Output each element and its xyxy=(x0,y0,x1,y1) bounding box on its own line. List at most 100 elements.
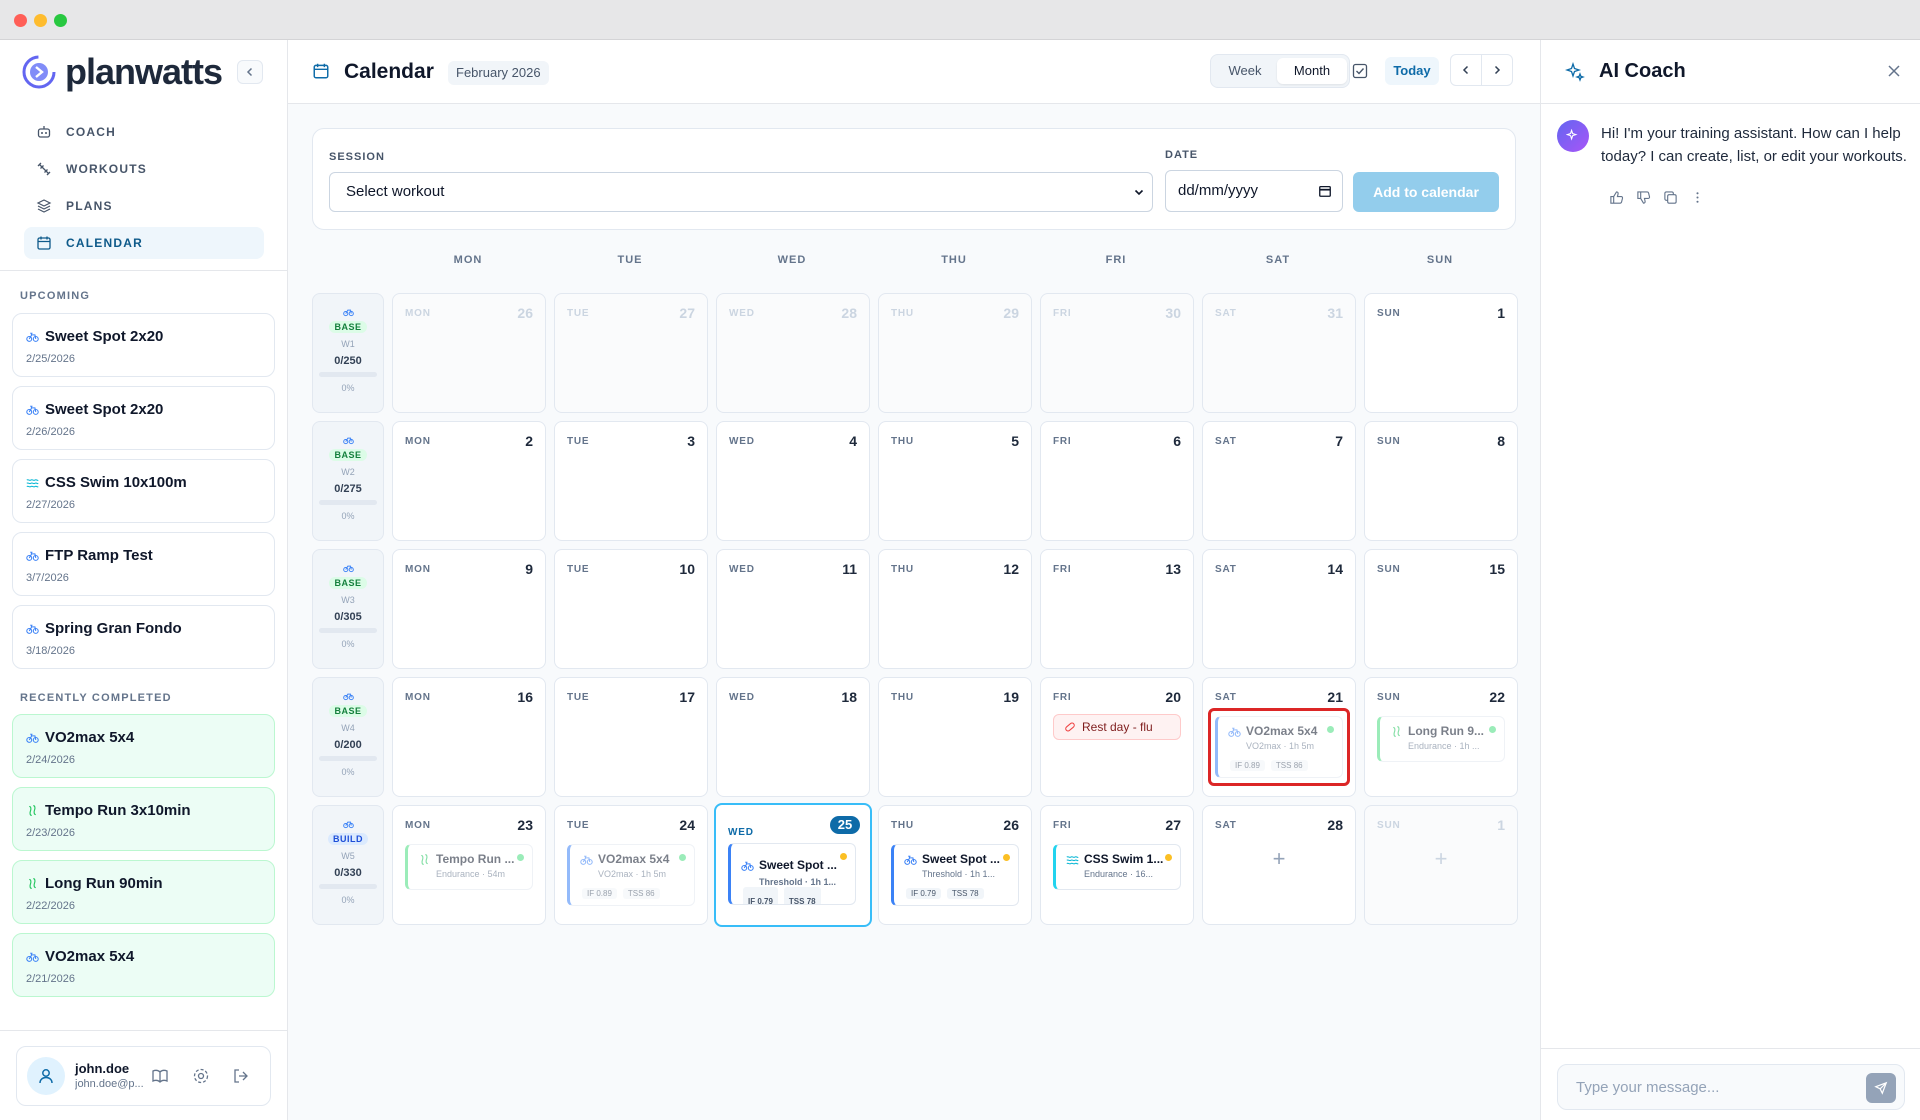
day-cell[interactable]: TUE 17 xyxy=(554,677,708,797)
day-number: 30 xyxy=(1165,305,1181,321)
day-cell[interactable]: MON 23 Tempo Run ... Endurance · 54m xyxy=(392,805,546,925)
week-summary[interactable]: BASE W3 0/305 0% xyxy=(312,549,384,669)
more-options-button[interactable] xyxy=(1690,190,1705,205)
completed-workout-card[interactable]: Long Run 90min 2/22/2026 xyxy=(12,860,275,924)
minimize-window-button[interactable] xyxy=(34,14,47,27)
close-window-button[interactable] xyxy=(14,14,27,27)
day-cell[interactable]: SUN 15 xyxy=(1364,549,1518,669)
day-cell[interactable]: FRI 6 xyxy=(1040,421,1194,541)
week-summary[interactable]: BASE W2 0/275 0% xyxy=(312,421,384,541)
weekday-header: SUN xyxy=(1426,254,1454,266)
day-cell[interactable]: FRI 13 xyxy=(1040,549,1194,669)
day-cell-today[interactable]: WED 25 Sweet Spot ... Threshold · 1h 1... IF… xyxy=(714,803,872,927)
day-cell[interactable]: THU 12 xyxy=(878,549,1032,669)
maximize-window-button[interactable] xyxy=(54,14,67,27)
logout-button[interactable] xyxy=(232,1067,250,1085)
workout-select[interactable]: Select workout xyxy=(329,172,1153,212)
previous-month-button[interactable] xyxy=(1450,54,1482,86)
day-cell[interactable]: THU 5 xyxy=(878,421,1032,541)
settings-button[interactable] xyxy=(192,1067,210,1085)
day-cell[interactable]: MON 16 xyxy=(392,677,546,797)
day-cell[interactable]: MON 26 xyxy=(392,293,546,413)
close-coach-button[interactable] xyxy=(1887,64,1901,78)
nav-item-coach[interactable]: COACH xyxy=(24,116,264,148)
completed-workout-card[interactable]: VO2max 5x4 2/21/2026 xyxy=(12,933,275,997)
message-input[interactable]: Type your message... xyxy=(1557,1064,1905,1110)
workout-date: 2/27/2026 xyxy=(26,499,75,511)
collapse-sidebar-button[interactable] xyxy=(237,60,263,84)
day-cell[interactable]: SUN 1 + xyxy=(1364,805,1518,925)
day-cell[interactable]: THU 26 Sweet Spot ... Threshold · 1h 1... IF… xyxy=(878,805,1032,925)
docs-button[interactable] xyxy=(151,1067,169,1085)
day-cell[interactable]: WED 28 xyxy=(716,293,870,413)
nav-item-plans[interactable]: PLANS xyxy=(24,190,264,222)
bike-icon xyxy=(342,565,354,573)
day-number: 27 xyxy=(679,305,695,321)
thumbs-down-button[interactable] xyxy=(1636,190,1651,205)
day-cell[interactable]: TUE 27 xyxy=(554,293,708,413)
workout-event[interactable]: Sweet Spot ... Threshold · 1h 1... IF 0.79… xyxy=(891,844,1019,906)
upcoming-workout-card[interactable]: Spring Gran Fondo 3/18/2026 xyxy=(12,605,275,669)
completed-workout-card[interactable]: Tempo Run 3x10min 2/23/2026 xyxy=(12,787,275,851)
status-dot xyxy=(1165,854,1172,861)
day-cell[interactable]: SAT 7 xyxy=(1202,421,1356,541)
day-number: 6 xyxy=(1173,433,1181,449)
day-cell[interactable]: MON 9 xyxy=(392,549,546,669)
day-cell[interactable]: THU 19 xyxy=(878,677,1032,797)
upcoming-workout-card[interactable]: CSS Swim 10x100m 2/27/2026 xyxy=(12,459,275,523)
copy-button[interactable] xyxy=(1663,190,1678,205)
day-cell[interactable]: FRI 30 xyxy=(1040,293,1194,413)
day-weekday: TUE xyxy=(567,436,590,447)
workout-event[interactable]: Long Run 9... Endurance · 1h ... xyxy=(1377,716,1505,762)
upcoming-workout-card[interactable]: Sweet Spot 2x20 2/25/2026 xyxy=(12,313,275,377)
today-button[interactable]: Today xyxy=(1385,57,1439,85)
add-workout-button[interactable]: + xyxy=(1365,846,1517,872)
week-summary[interactable]: BASE W1 0/250 0% xyxy=(312,293,384,413)
nav-item-calendar[interactable]: CALENDAR xyxy=(24,227,264,259)
add-workout-button[interactable]: + xyxy=(1203,846,1355,872)
week-summary[interactable]: BUILD W5 0/330 0% xyxy=(312,805,384,925)
add-to-calendar-button[interactable]: Add to calendar xyxy=(1353,172,1499,212)
next-month-button[interactable] xyxy=(1481,54,1513,86)
upcoming-workout-card[interactable]: Sweet Spot 2x20 2/26/2026 xyxy=(12,386,275,450)
completed-workout-card[interactable]: VO2max 5x4 2/24/2026 xyxy=(12,714,275,778)
workout-event[interactable]: Tempo Run ... Endurance · 54m xyxy=(405,844,533,890)
thumbs-up-button[interactable] xyxy=(1609,190,1624,205)
day-number: 13 xyxy=(1165,561,1181,577)
day-cell[interactable]: SAT 28 + xyxy=(1202,805,1356,925)
day-cell[interactable]: SAT 14 xyxy=(1202,549,1356,669)
day-cell[interactable]: WED 18 xyxy=(716,677,870,797)
day-cell[interactable]: SUN 1 xyxy=(1364,293,1518,413)
nav-item-workouts[interactable]: WORKOUTS xyxy=(24,153,264,185)
day-cell[interactable]: TUE 3 xyxy=(554,421,708,541)
workout-event[interactable]: VO2max 5x4 VO2max · 1h 5m IF 0.89 TSS 86 xyxy=(567,844,695,906)
day-cell[interactable]: WED 11 xyxy=(716,549,870,669)
upcoming-workout-card[interactable]: FTP Ramp Test 3/7/2026 xyxy=(12,532,275,596)
day-cell[interactable]: SAT 31 xyxy=(1202,293,1356,413)
day-cell[interactable]: FRI 20 Rest day - flu xyxy=(1040,677,1194,797)
chevron-right-icon xyxy=(1494,65,1501,75)
day-cell[interactable]: FRI 27 CSS Swim 1... Endurance · 16... xyxy=(1040,805,1194,925)
day-cell[interactable]: SAT 21 VO2max 5x4 VO2max · 1h 5m IF 0.89 TSS … xyxy=(1202,677,1356,797)
rest-day-note[interactable]: Rest day - flu xyxy=(1053,714,1181,740)
avatar[interactable] xyxy=(27,1057,65,1095)
brand-logo[interactable]: planwatts xyxy=(22,51,264,92)
week-summary[interactable]: BASE W4 0/200 0% xyxy=(312,677,384,797)
send-button[interactable] xyxy=(1866,1073,1896,1103)
message-input-placeholder: Type your message... xyxy=(1576,1079,1720,1096)
workout-event[interactable]: CSS Swim 1... Endurance · 16... xyxy=(1053,844,1181,890)
window-titlebar xyxy=(0,0,1920,40)
week-view-button[interactable]: Week xyxy=(1215,58,1275,84)
month-view-button[interactable]: Month xyxy=(1277,58,1347,84)
day-cell[interactable]: SUN 8 xyxy=(1364,421,1518,541)
checklist-button[interactable] xyxy=(1351,62,1369,80)
day-cell[interactable]: TUE 24 VO2max 5x4 VO2max · 1h 5m IF 0.89 TSS … xyxy=(554,805,708,925)
date-input[interactable]: dd/mm/yyyy xyxy=(1165,170,1343,212)
day-cell[interactable]: SUN 22 Long Run 9... Endurance · 1h ... xyxy=(1364,677,1518,797)
tss-tag: TSS 78 xyxy=(946,888,984,899)
day-cell[interactable]: MON 2 xyxy=(392,421,546,541)
day-cell[interactable]: THU 29 xyxy=(878,293,1032,413)
day-cell[interactable]: WED 4 xyxy=(716,421,870,541)
workout-event[interactable]: Sweet Spot ... Threshold · 1h 1... IF 0.79… xyxy=(728,843,856,905)
day-cell[interactable]: TUE 10 xyxy=(554,549,708,669)
